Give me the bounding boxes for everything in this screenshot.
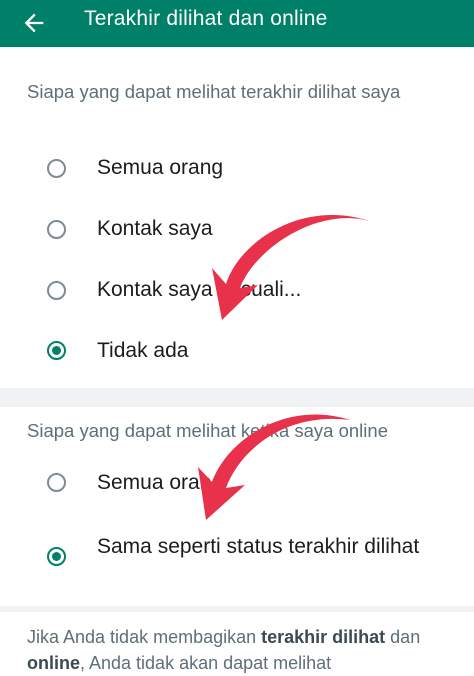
option-label: Sama seperti status terakhir dilihat [97,535,420,558]
last-seen-section: Siapa yang dapat melihat terakhir diliha… [0,47,474,388]
footer-text: , Anda tidak akan dapat melihat [80,653,332,673]
option-label: Tidak ada [97,339,189,362]
radio-button[interactable] [47,281,66,300]
option-label: Kontak saya [97,217,213,240]
option-label: Kontak saya kecuali... [97,278,302,301]
online-header: Siapa yang dapat melihat ketika saya onl… [27,420,388,441]
option-label: Semua orang [97,471,224,494]
last-seen-option-nobody[interactable]: Tidak ada [0,320,474,380]
app-bar: Terakhir dilihat dan online [0,0,474,47]
radio-button[interactable] [47,220,66,239]
footer-note: Jika Anda tidak membagikan terakhir dili… [27,624,457,676]
last-seen-option-everyone[interactable]: Semua orang [0,138,474,198]
online-option-same-as-last-seen[interactable]: Sama seperti status terakhir dilihat [0,527,474,597]
radio-button[interactable] [47,473,66,492]
last-seen-option-contacts[interactable]: Kontak saya [0,199,474,259]
footer-text: dan [385,627,421,647]
footer-bold-last-seen: terakhir dilihat [261,627,386,647]
radio-button[interactable] [47,159,66,178]
online-section: Siapa yang dapat melihat ketika saya onl… [0,407,474,607]
radio-button-selected[interactable] [47,547,66,566]
section-divider [0,388,474,407]
section-divider [0,606,474,612]
online-option-everyone[interactable]: Semua orang [0,454,474,514]
option-label: Semua orang [97,156,224,179]
page-title: Terakhir dilihat dan online [84,7,328,30]
last-seen-option-contacts-except[interactable]: Kontak saya kecuali... [0,259,474,319]
footer-text: Jika Anda tidak membagikan [27,627,262,647]
last-seen-header: Siapa yang dapat melihat terakhir diliha… [27,81,401,102]
footer-bold-online: online [27,653,80,673]
arrow-left-icon[interactable] [20,9,48,37]
radio-button-selected[interactable] [47,341,66,360]
